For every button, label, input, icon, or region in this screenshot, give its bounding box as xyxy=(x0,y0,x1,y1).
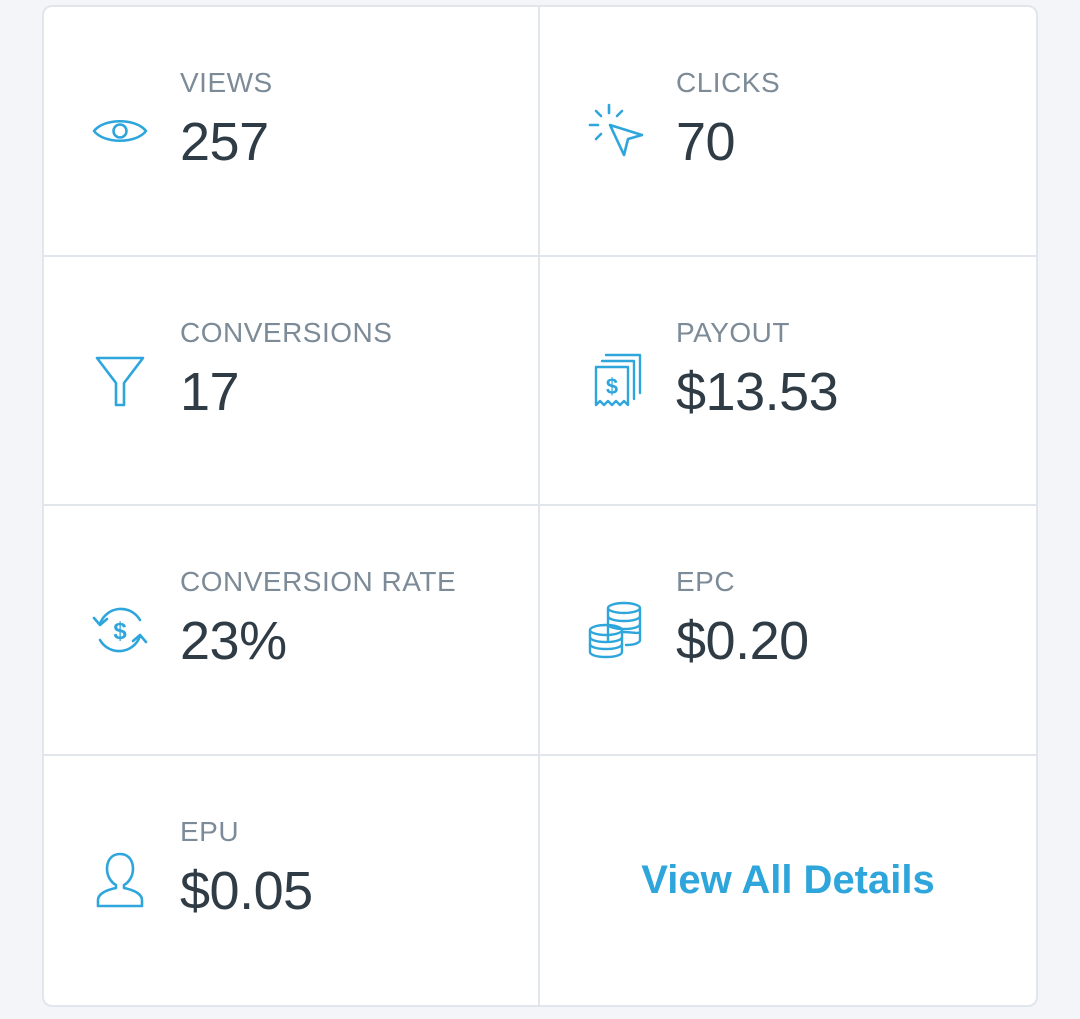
svg-text:$: $ xyxy=(113,618,127,645)
user-icon xyxy=(88,848,152,912)
funnel-icon xyxy=(88,349,152,413)
stat-label: VIEWS xyxy=(180,67,273,98)
stat-value: $13.53 xyxy=(676,361,839,422)
stat-value: 257 xyxy=(180,112,269,172)
stat-value: 23% xyxy=(180,611,287,671)
stat-label: EPU xyxy=(180,815,240,847)
stat-label: CONVERSIONS xyxy=(180,316,393,348)
stats-card: VIEWS 257 CLICKS 70 CONVERSIONS 17 $ PAY… xyxy=(42,5,1038,1007)
stat-value: $0.20 xyxy=(676,611,809,671)
stat-epc: EPC $0.20 xyxy=(540,506,1036,756)
stat-conversions: CONVERSIONS 17 xyxy=(44,256,540,506)
stat-views: VIEWS 257 xyxy=(44,7,540,257)
stat-clicks: CLICKS 70 xyxy=(540,7,1036,257)
dollar-cycle-icon: $ xyxy=(88,598,152,662)
stat-epu: EPU $0.05 xyxy=(44,755,540,1005)
stat-value: 70 xyxy=(676,112,736,172)
stat-label: EPC xyxy=(676,566,736,597)
coin-stack-icon xyxy=(584,598,648,662)
stat-label: CONVERSION RATE xyxy=(180,566,457,597)
svg-text:$: $ xyxy=(606,374,618,399)
cursor-click-icon xyxy=(584,99,648,163)
details-cell: View All Details xyxy=(540,756,1036,1006)
view-all-details-link[interactable]: View All Details xyxy=(540,756,1036,1006)
stat-conversion-rate: $ CONVERSION RATE 23% xyxy=(44,506,540,756)
stat-value: $0.05 xyxy=(180,860,313,921)
dollar-bills-icon: $ xyxy=(584,349,648,413)
stat-payout: $ PAYOUT $13.53 xyxy=(540,257,1036,506)
stat-label: CLICKS xyxy=(676,67,781,98)
stat-value: 17 xyxy=(180,361,240,422)
eye-icon xyxy=(88,99,152,163)
stat-label: PAYOUT xyxy=(676,316,790,348)
